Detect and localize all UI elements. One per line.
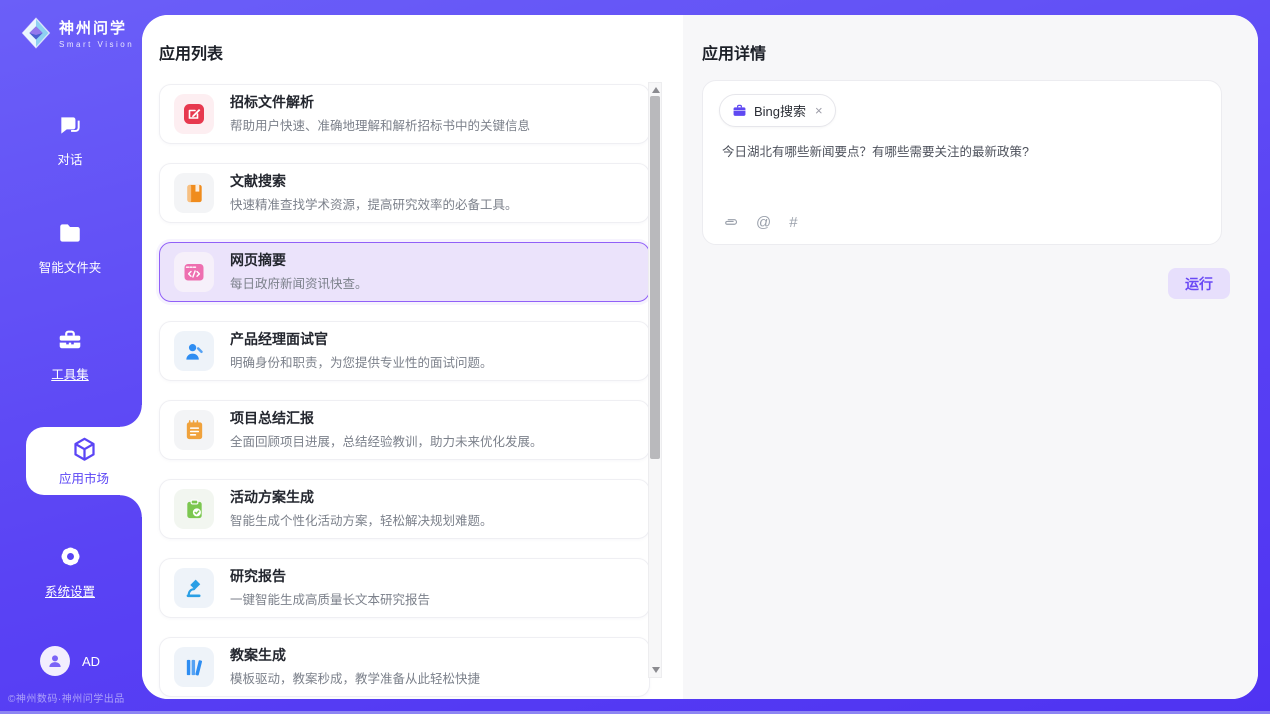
app-desc: 明确身份和职责，为您提供专业性的面试问题。 bbox=[230, 352, 493, 371]
chat-icon bbox=[57, 112, 83, 138]
sidebar-item-label: 应用市场 bbox=[59, 468, 109, 487]
app-desc: 全面回顾项目进展，总结经验教训，助力未来优化发展。 bbox=[230, 431, 543, 450]
app-title: 网页摘要 bbox=[230, 252, 368, 269]
app-card-research-report[interactable]: 研究报告 一键智能生成高质量长文本研究报告 bbox=[159, 558, 650, 618]
folder-icon bbox=[57, 220, 83, 246]
query-input-card[interactable]: Bing搜索 × 今日湖北有哪些新闻要点？有哪些需要关注的最新政策? @ # bbox=[702, 80, 1222, 245]
sidebar-item-label: 系统设置 bbox=[0, 581, 140, 600]
app-list-title: 应用列表 bbox=[159, 40, 223, 64]
sidebar-item-label: 对话 bbox=[0, 149, 140, 168]
app-list-panel: 应用列表 招标文件解析 帮助用户快速、准确地理解和解析招标书中的关键信息 bbox=[142, 15, 683, 699]
app-window: 神州问学 Smart Vision 对话 智能文件夹 工具集 应用市场 bbox=[0, 0, 1270, 714]
browser-code-icon bbox=[174, 252, 214, 292]
user-initials: AD bbox=[82, 654, 100, 669]
user-account[interactable]: AD bbox=[0, 646, 140, 676]
app-desc: 帮助用户快速、准确地理解和解析招标书中的关键信息 bbox=[230, 115, 530, 134]
brand-name: 神州问学 bbox=[59, 17, 134, 38]
app-desc: 智能生成个性化活动方案，轻松解决规划难题。 bbox=[230, 510, 493, 529]
app-list-scrollbar[interactable] bbox=[648, 82, 662, 678]
scroll-down-arrow[interactable] bbox=[652, 667, 660, 673]
app-title: 教案生成 bbox=[230, 647, 480, 664]
person-icon bbox=[46, 652, 64, 670]
tool-tag-label: Bing搜索 bbox=[754, 101, 806, 120]
research-icon bbox=[174, 568, 214, 608]
run-button[interactable]: 运行 bbox=[1168, 268, 1230, 299]
app-desc: 快速精准查找学术资源，提高研究效率的必备工具。 bbox=[230, 194, 518, 213]
app-card-pm-interviewer[interactable]: 产品经理面试官 明确身份和职责，为您提供专业性的面试问题。 bbox=[159, 321, 650, 381]
app-card-literature-search[interactable]: 文献搜索 快速精准查找学术资源，提高研究效率的必备工具。 bbox=[159, 163, 650, 223]
memo-icon bbox=[174, 410, 214, 450]
sidebar-item-smart-folder[interactable]: 智能文件夹 bbox=[0, 220, 140, 276]
sidebar-item-app-market[interactable]: 应用市场 bbox=[26, 427, 142, 495]
cube-icon bbox=[71, 436, 98, 463]
app-desc: 每日政府新闻资讯快查。 bbox=[230, 273, 368, 292]
interviewer-icon bbox=[174, 331, 214, 371]
edit-document-icon bbox=[174, 94, 214, 134]
sidebar-item-chat[interactable]: 对话 bbox=[0, 112, 140, 168]
sidebar-item-label: 智能文件夹 bbox=[0, 257, 140, 276]
attachment-icon[interactable] bbox=[721, 214, 738, 231]
app-card-bid-analysis[interactable]: 招标文件解析 帮助用户快速、准确地理解和解析招标书中的关键信息 bbox=[159, 84, 650, 144]
app-desc: 模板驱动，教案秒成，教学准备从此轻松快捷 bbox=[230, 668, 480, 687]
app-list: 招标文件解析 帮助用户快速、准确地理解和解析招标书中的关键信息 文献搜索 bbox=[159, 84, 650, 699]
copyright-footer: ©神州数码·神州问学出品 bbox=[8, 690, 125, 705]
app-title: 研究报告 bbox=[230, 568, 430, 585]
app-title: 项目总结汇报 bbox=[230, 410, 543, 427]
sidebar-item-toolset[interactable]: 工具集 bbox=[0, 327, 140, 383]
app-card-lesson-plan[interactable]: 教案生成 模板驱动，教案秒成，教学准备从此轻松快捷 bbox=[159, 637, 650, 697]
avatar bbox=[40, 646, 70, 676]
brand-subtitle: Smart Vision bbox=[59, 40, 134, 49]
app-card-project-summary[interactable]: 项目总结汇报 全面回顾项目进展，总结经验教训，助力未来优化发展。 bbox=[159, 400, 650, 460]
brand-logo: 神州问学 Smart Vision bbox=[20, 17, 134, 49]
sidebar-item-settings[interactable]: 系统设置 bbox=[0, 543, 140, 600]
query-text[interactable]: 今日湖北有哪些新闻要点？有哪些需要关注的最新政策? bbox=[722, 143, 1201, 162]
briefcase-icon bbox=[732, 103, 747, 118]
app-detail-panel: 应用详情 Bing搜索 × 今日湖北有哪些新闻要点？有哪些需要关注的最新政策? bbox=[683, 15, 1258, 699]
app-title: 文献搜索 bbox=[230, 173, 518, 190]
app-detail-title: 应用详情 bbox=[702, 40, 766, 64]
books-icon bbox=[174, 647, 214, 687]
close-icon[interactable]: × bbox=[815, 103, 823, 118]
app-card-web-summary[interactable]: 网页摘要 每日政府新闻资讯快查。 bbox=[159, 242, 650, 302]
gear-icon bbox=[57, 543, 84, 570]
content-area: 应用列表 招标文件解析 帮助用户快速、准确地理解和解析招标书中的关键信息 bbox=[142, 15, 1258, 699]
toolbox-icon bbox=[57, 327, 83, 353]
app-desc: 一键智能生成高质量长文本研究报告 bbox=[230, 589, 430, 608]
sidebar-item-label: 工具集 bbox=[0, 364, 140, 383]
book-icon bbox=[174, 173, 214, 213]
app-title: 产品经理面试官 bbox=[230, 331, 493, 348]
diamond-logo-icon bbox=[20, 17, 52, 49]
app-title: 活动方案生成 bbox=[230, 489, 493, 506]
mention-icon[interactable]: @ bbox=[756, 215, 771, 230]
scroll-up-arrow[interactable] bbox=[652, 87, 660, 93]
scrollbar-thumb[interactable] bbox=[650, 96, 660, 459]
clipboard-check-icon bbox=[174, 489, 214, 529]
hash-icon[interactable]: # bbox=[789, 215, 797, 230]
app-title: 招标文件解析 bbox=[230, 94, 530, 111]
input-toolbar: @ # bbox=[721, 214, 798, 231]
tool-tag-bing-search[interactable]: Bing搜索 × bbox=[719, 94, 836, 127]
app-card-event-plan[interactable]: 活动方案生成 智能生成个性化活动方案，轻松解决规划难题。 bbox=[159, 479, 650, 539]
